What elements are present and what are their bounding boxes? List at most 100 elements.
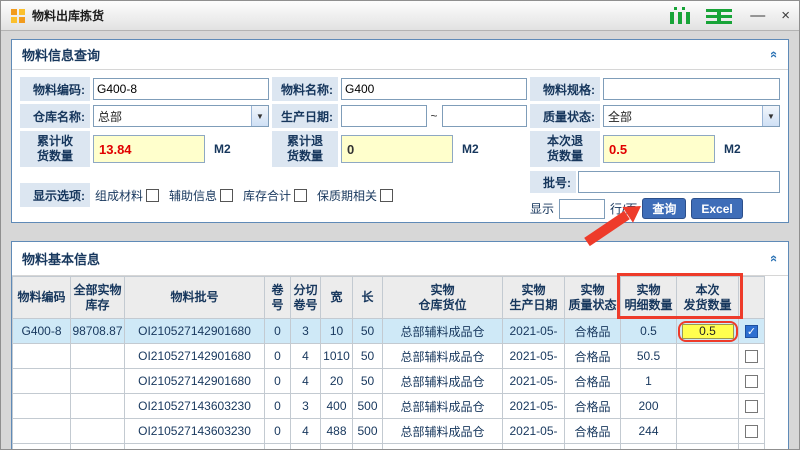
date-from-input[interactable] (341, 105, 427, 127)
column-header-7: 长 (353, 277, 383, 319)
display-option-checkbox[interactable] (220, 189, 233, 202)
date-to-input[interactable] (442, 105, 528, 127)
cell-batch: OI210527142901680 (125, 369, 265, 394)
current-return-input[interactable] (603, 135, 715, 163)
brand-logo-icon (670, 7, 734, 25)
batch-no-input[interactable] (578, 171, 780, 193)
window-title: 物料出库拣货 (32, 7, 104, 24)
cell-quality: 合格品 (565, 444, 621, 450)
display-options-label: 显示选项: (20, 183, 90, 207)
quality-status-label: 质量状态: (530, 104, 600, 128)
ship-qty-input[interactable] (682, 324, 734, 339)
cell-code (13, 369, 71, 394)
display-option-checkbox[interactable] (380, 189, 393, 202)
cell-select (739, 344, 765, 369)
row-checkbox[interactable] (745, 425, 758, 438)
column-header-1: 物料编码 (13, 277, 71, 319)
query-panel-header: 物料信息查询 « (12, 40, 788, 70)
material-code-label: 物料编码: (20, 77, 90, 101)
cell-stock (71, 444, 125, 450)
row-checkbox[interactable] (745, 400, 758, 413)
collapse-up-icon[interactable]: « (767, 255, 782, 262)
cell-date: 2021-05- (503, 369, 565, 394)
rows-per-page-input[interactable] (559, 199, 605, 219)
cell-date: 2021-05- (503, 344, 565, 369)
close-button[interactable]: × (781, 8, 790, 23)
display-option-checkbox[interactable] (294, 189, 307, 202)
column-header-select (739, 277, 765, 319)
cell-code (13, 344, 71, 369)
cell-date: 2021-05- (503, 394, 565, 419)
cell-select (739, 369, 765, 394)
column-header-8: 实物 仓库货位 (383, 277, 503, 319)
cell-quality: 合格品 (565, 369, 621, 394)
cell-qty: 200 (621, 394, 677, 419)
table-header-row: 物料编码全部实物 库存物料批号卷号分切 卷号宽长实物 仓库货位实物 生产日期实物… (13, 277, 765, 319)
table-row[interactable]: G400-898708.87OI210527142901680031050总部辅… (13, 319, 765, 344)
cell-width: 400 (321, 394, 353, 419)
material-spec-input[interactable] (603, 78, 780, 100)
display-options-group: 组成材料辅助信息库存合计保质期相关 (95, 187, 403, 204)
query-form: 物料编码: 物料名称: 物料规格: 仓库名称: 总部 ▼ 生产日期: ~ (12, 70, 788, 219)
row-checkbox[interactable] (745, 350, 758, 363)
cell-width (321, 444, 353, 450)
column-header-4: 卷号 (265, 277, 291, 319)
production-date-label: 生产日期: (272, 104, 338, 128)
cell-length: 500 (353, 394, 383, 419)
table-row[interactable]: OI21052714360323003400500总部辅料成品仓2021-05-… (13, 394, 765, 419)
cell-roll: 0 (265, 444, 291, 450)
cell-code (13, 444, 71, 450)
display-option-label: 辅助信息 (169, 187, 217, 204)
excel-button[interactable]: Excel (691, 198, 742, 219)
cell-ship (677, 344, 739, 369)
current-return-unit: M2 (724, 142, 741, 156)
cell-ship (677, 419, 739, 444)
display-option-3: 库存合计 (243, 187, 307, 204)
cell-quality: 合格品 (565, 319, 621, 344)
cell-stock (71, 394, 125, 419)
table-row[interactable]: OI21052714360323003总部辅料成品仓2021-05-合格品 (13, 444, 765, 450)
cell-select (739, 419, 765, 444)
form-row-4: 显示选项: 组成材料辅助信息库存合计保质期相关 批号: 显示 行/页 查询 Ex… (20, 171, 780, 219)
chevron-down-icon: ▼ (762, 106, 779, 126)
cell-code: G400-8 (13, 319, 71, 344)
titlebar-actions: — × (670, 7, 790, 25)
cell-roll: 0 (265, 319, 291, 344)
cell-location: 总部辅料成品仓 (383, 394, 503, 419)
cell-select (739, 444, 765, 450)
cell-stock (71, 344, 125, 369)
collapse-up-icon[interactable]: « (767, 51, 782, 58)
cell-slit: 4 (291, 419, 321, 444)
material-code-input[interactable] (93, 78, 269, 100)
query-button[interactable]: 查询 (642, 198, 686, 219)
cell-ship (677, 444, 739, 450)
quality-status-value: 全部 (604, 108, 762, 125)
quality-status-select[interactable]: 全部 ▼ (603, 105, 780, 127)
total-returned-value (341, 135, 453, 163)
material-name-input[interactable] (341, 78, 527, 100)
cell-roll: 0 (265, 369, 291, 394)
total-received-label: 累计收货数量 (20, 131, 90, 167)
row-checkbox[interactable] (745, 375, 758, 388)
table-row[interactable]: OI210527142901680042050总部辅料成品仓2021-05-合格… (13, 369, 765, 394)
row-checkbox[interactable] (745, 325, 758, 338)
table-body: G400-898708.87OI210527142901680031050总部辅… (13, 319, 765, 450)
detail-panel-title: 物料基本信息 (22, 249, 100, 268)
minimize-button[interactable]: — (750, 8, 765, 23)
cell-slit: 4 (291, 344, 321, 369)
display-option-checkbox[interactable] (146, 189, 159, 202)
cell-slit: 3 (291, 319, 321, 344)
cell-ship (677, 369, 739, 394)
query-panel-title: 物料信息查询 (22, 45, 100, 64)
display-option-4: 保质期相关 (317, 187, 393, 204)
table-row[interactable]: OI21052714290168004101050总部辅料成品仓2021-05-… (13, 344, 765, 369)
display-option-2: 辅助信息 (169, 187, 233, 204)
table-row[interactable]: OI21052714360323004488500总部辅料成品仓2021-05-… (13, 419, 765, 444)
cell-ship (677, 394, 739, 419)
paging-prefix: 显示 (530, 200, 554, 217)
cell-batch: OI210527142901680 (125, 319, 265, 344)
column-header-5: 分切 卷号 (291, 277, 321, 319)
warehouse-select[interactable]: 总部 ▼ (93, 105, 269, 127)
cell-quality: 合格品 (565, 394, 621, 419)
cell-qty: 244 (621, 419, 677, 444)
